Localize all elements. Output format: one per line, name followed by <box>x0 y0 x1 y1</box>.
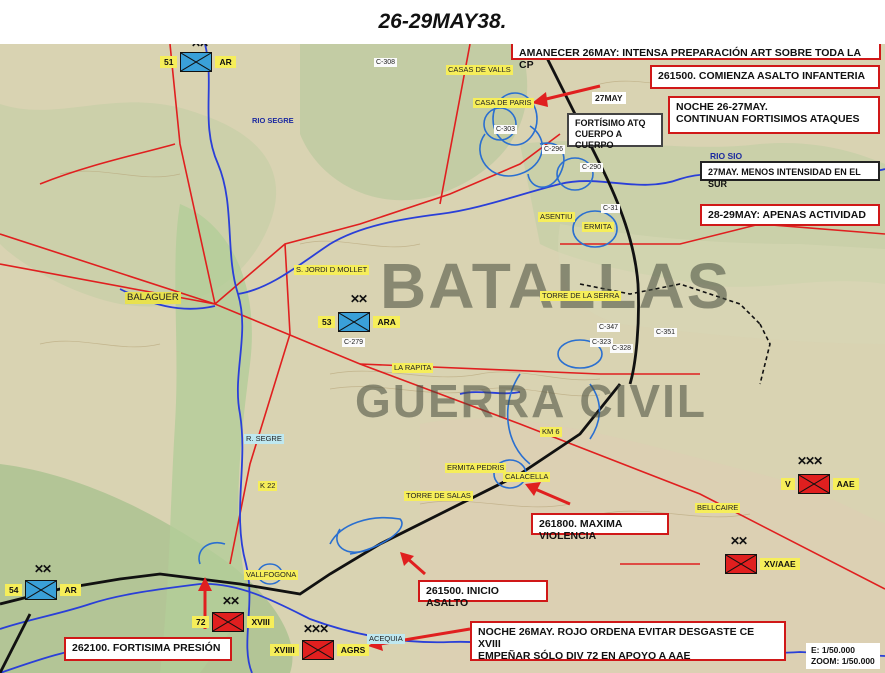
road-label-c296: C-296 <box>542 145 566 154</box>
echelon-division-72: ✕✕ <box>222 594 240 608</box>
road-label-c347: C-347 <box>597 323 621 332</box>
place-vallfogona: VALLFOGONA <box>244 570 299 580</box>
unit-number: 53 <box>318 316 336 328</box>
battle-map: BATALLAS GUERRA CIVIL CASAS DE VALLS CAS… <box>0 44 885 673</box>
unit-72: 72 XVIII <box>192 612 274 632</box>
place-balaguer: BALAGUER <box>125 292 181 304</box>
note-apenas-actividad: 28-29MAY: APENAS ACTIVIDAD <box>700 204 880 226</box>
unit-number: V <box>781 478 795 490</box>
note-maxima-violencia: 261800. MAXIMA VIOLENCIA <box>531 513 669 542</box>
place-ermita-pedris: ERMITA PEDRIS <box>445 463 507 473</box>
zoom-line: ZOOM: 1/50.000 <box>811 656 875 666</box>
map-canvas <box>0 44 885 673</box>
unit-affiliation: AAE <box>832 478 859 490</box>
republican-unit-icon <box>301 640 334 660</box>
scale-line: E: 1/50.000 <box>811 645 855 655</box>
note-menos-intensidad: 27MAY. MENOS INTENSIDAD EN EL SUR <box>700 161 880 189</box>
unit-53: 53 ARA <box>318 312 400 332</box>
note-fortisimo: FORTÍSIMO ATQ CUERPO A CUERPO <box>567 113 663 150</box>
unit-affiliation: AR <box>60 584 81 596</box>
echelon-corps-v: ✕✕✕ <box>797 454 823 468</box>
road-label-c290: C-290 <box>580 163 604 172</box>
note-noche-26-27: NOCHE 26-27MAY. CONTINUAN FORTISIMOS ATA… <box>668 96 880 134</box>
map-title: 26-29MAY38. <box>378 10 507 33</box>
unit-number: 51 <box>160 56 178 68</box>
place-calacella: CALACELLA <box>503 472 551 482</box>
echelon-division-54: ✕✕ <box>34 562 52 576</box>
unit-number: 54 <box>5 584 23 596</box>
unit-number: XVIIII <box>270 644 299 656</box>
place-torre-salas: TORRE DE SALAS <box>404 491 473 501</box>
note-amanecer: AMANECER 26MAY: INTENSA PREPARACIÓN ART … <box>511 44 881 71</box>
place-asentiu: ASENTIU <box>538 212 575 222</box>
republican-unit-icon <box>212 612 245 632</box>
unit-affiliation: XV/AAE <box>760 558 800 570</box>
place-casas-de-valls: CASAS DE VALLS <box>446 65 513 75</box>
republican-unit-icon <box>797 474 830 494</box>
road-label-c328: C-328 <box>610 344 634 353</box>
place-sant-jordi: S. JORDI D MOLLET <box>294 265 370 275</box>
place-km6: KM 6 <box>540 427 562 437</box>
place-torre-serra: TORRE DE LA SERRA <box>540 291 622 301</box>
note-noche-26may: NOCHE 26MAY. ROJO ORDENA EVITAR DESGASTE… <box>470 621 786 662</box>
echelon-division-51: ✕✕ <box>191 44 209 50</box>
map-scale: E: 1/50.000 ZOOM: 1/50.000 <box>806 643 880 669</box>
nationalist-unit-icon <box>338 312 371 332</box>
place-ermita: ERMITA <box>582 222 614 232</box>
note-inicio-asalto: 261500. INICIO ASALTO <box>418 580 548 609</box>
nationalist-unit-icon <box>25 580 58 600</box>
road-label-c31: C-31 <box>601 204 621 213</box>
unit-affiliation: XVIII <box>247 616 274 628</box>
unit-number: 72 <box>192 616 210 628</box>
unit-affiliation: AGRS <box>336 644 370 656</box>
place-r-segre: R. SEGRE <box>244 434 284 444</box>
road-label-c308: C-308 <box>374 58 398 67</box>
note-asalto-infanteria: 261500. COMIENZA ASALTO INFANTERIA <box>650 65 880 89</box>
place-rio-sio: RIO SIO <box>710 151 743 161</box>
watermark-subtitle: GUERRA CIVIL <box>355 375 707 427</box>
place-acequia: ACEQUIA <box>367 634 405 644</box>
echelon-division-xv: ✕✕ <box>730 534 748 548</box>
note-fortisima-presion: 262100. FORTISIMA PRESIÓN <box>64 637 232 661</box>
place-la-rapita: LA RAPITA <box>392 363 434 373</box>
road-label-c303: C-303 <box>494 125 518 134</box>
place-bellcaire: BELLCAIRE <box>695 503 741 513</box>
unit-51: 51 AR <box>160 52 236 72</box>
watermark-title: BATALLAS <box>380 250 732 322</box>
place-rio-segre: RIO SEGRE <box>252 116 294 125</box>
unit-xviiii: XVIIII AGRS <box>270 640 370 660</box>
unit-affiliation: ARA <box>373 316 400 328</box>
echelon-division-53: ✕✕ <box>350 292 368 306</box>
republican-unit-icon <box>725 554 757 574</box>
unit-affiliation: AR <box>215 56 236 68</box>
road-label-c279: C-279 <box>342 338 366 347</box>
road-label-c351: C-351 <box>654 328 678 337</box>
nationalist-unit-icon <box>180 52 213 72</box>
unit-xv: XV/AAE <box>725 554 800 574</box>
unit-54: 54 AR <box>5 580 81 600</box>
place-casa-de-paris: CASA DE PARIS <box>473 98 534 108</box>
label-27may: 27MAY <box>592 92 626 104</box>
place-k22: K 22 <box>258 481 278 491</box>
unit-v: V AAE <box>781 474 859 494</box>
echelon-corps-xviiii: ✕✕✕ <box>303 622 329 636</box>
